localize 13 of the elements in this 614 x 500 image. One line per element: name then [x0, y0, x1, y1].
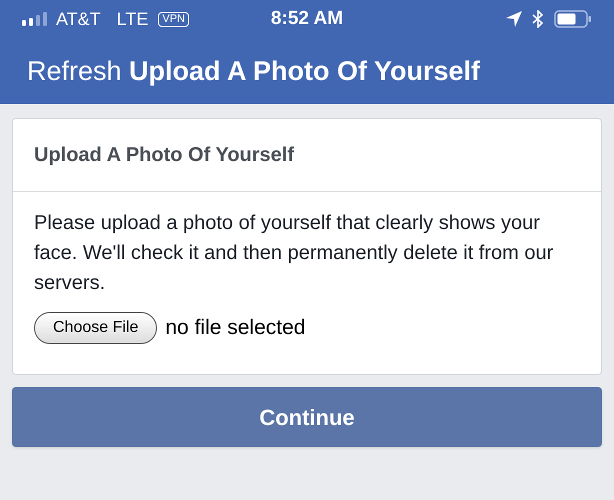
instruction-text: Please upload a photo of yourself that clearly shows your face. We'll check it and then permanently delete it from our servers.	[34, 211, 554, 296]
card-title: Upload A Photo Of Yourself	[34, 143, 294, 168]
bluetooth-icon	[532, 10, 544, 28]
vpn-badge: VPN	[158, 12, 189, 26]
network-type: LTE	[116, 8, 148, 30]
location-arrow-icon	[506, 11, 522, 27]
battery-icon	[554, 10, 592, 28]
file-status-text: no file selected	[165, 315, 306, 342]
continue-button[interactable]: Continue	[12, 387, 602, 447]
choose-file-button[interactable]: Choose File	[34, 312, 158, 344]
clock-time: 8:52 AM	[270, 6, 344, 31]
carrier-name: AT&T	[56, 8, 101, 30]
page-title: Refresh Upload A Photo Of Yourself	[27, 54, 480, 88]
